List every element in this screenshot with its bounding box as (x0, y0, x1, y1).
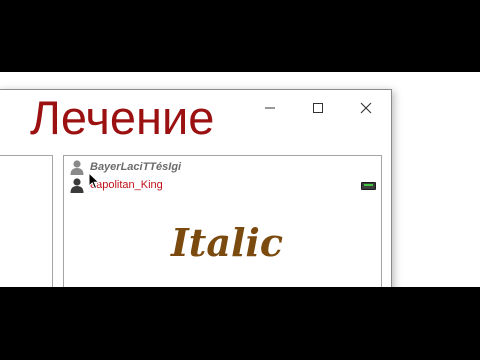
top-letterbox (0, 0, 480, 72)
maximize-button[interactable] (306, 96, 330, 120)
minimize-icon (265, 107, 275, 109)
bottom-letterbox (0, 287, 480, 360)
user-name: BayerLaciTTésIgi (90, 161, 182, 173)
window-title: Лечение (30, 91, 215, 144)
close-icon (360, 102, 372, 114)
close-button[interactable] (354, 96, 378, 120)
maximize-icon (313, 103, 323, 113)
style-preview-text: Italic (171, 220, 283, 265)
user-icon (70, 160, 84, 175)
connection-status-icon (361, 182, 376, 190)
minimize-button[interactable] (258, 96, 282, 120)
list-item[interactable]: eapolitan_King (68, 177, 378, 193)
user-icon (70, 178, 84, 193)
user-name: eapolitan_King (90, 179, 163, 191)
left-panel[interactable] (0, 155, 53, 290)
list-item[interactable]: BayerLaciTTésIgi (68, 159, 378, 175)
user-list[interactable]: BayerLaciTTésIgi eapolitan_King Italic (63, 155, 382, 290)
mouse-cursor-icon (88, 172, 100, 190)
